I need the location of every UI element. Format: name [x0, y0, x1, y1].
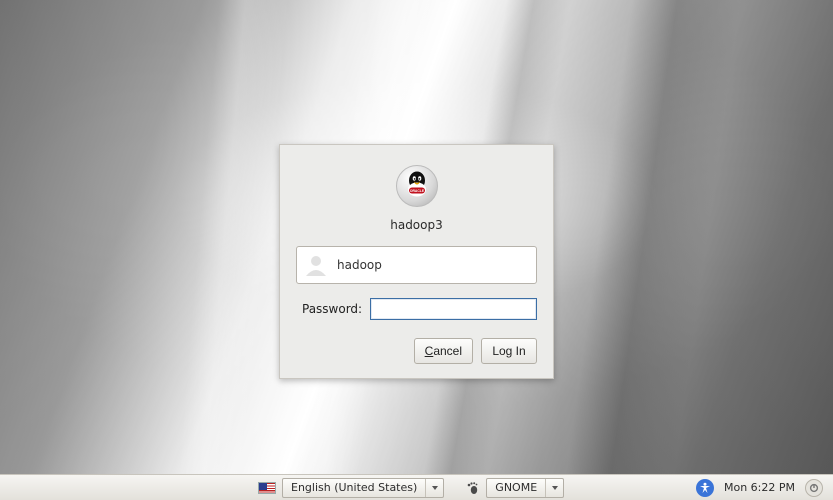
svg-text:ORACLE: ORACLE [409, 189, 424, 193]
tux-icon: ORACLE [402, 170, 432, 200]
user-silhouette-icon [303, 252, 329, 278]
language-label: English (United States) [283, 481, 425, 494]
password-input[interactable] [370, 298, 537, 320]
gnome-foot-icon [464, 480, 480, 496]
bottom-panel: English (United States) GNOME [0, 474, 833, 500]
login-dialog: ORACLE hadoop3 hadoop Password: Cancel L… [279, 144, 554, 379]
chevron-down-icon [425, 479, 443, 497]
language-selector[interactable]: English (United States) [282, 478, 444, 498]
us-flag-icon [258, 482, 276, 494]
accessibility-icon[interactable] [696, 479, 714, 497]
cancel-button[interactable]: Cancel [414, 338, 473, 364]
hostname-label: hadoop3 [296, 218, 537, 232]
username-display: hadoop [337, 258, 382, 272]
distro-logo-wrap: ORACLE [296, 165, 537, 210]
button-row: Cancel Log In [296, 338, 537, 364]
session-label: GNOME [487, 481, 545, 494]
login-button[interactable]: Log In [481, 338, 537, 364]
password-label: Password: [302, 302, 362, 316]
user-entry[interactable]: hadoop [296, 246, 537, 284]
panel-right-group: Mon 6:22 PM [696, 479, 823, 497]
session-selector[interactable]: GNOME [486, 478, 564, 498]
oracle-tux-logo: ORACLE [396, 165, 438, 207]
password-row: Password: [296, 298, 537, 320]
power-icon[interactable] [805, 479, 823, 497]
panel-left-group: English (United States) GNOME [258, 478, 564, 498]
clock-label: Mon 6:22 PM [724, 481, 795, 494]
chevron-down-icon [545, 479, 563, 497]
